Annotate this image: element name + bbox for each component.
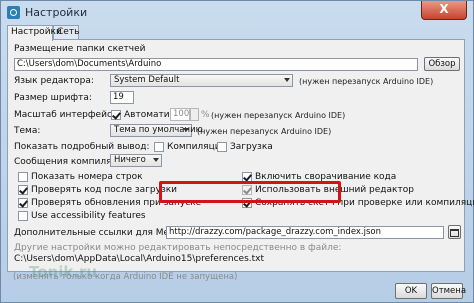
more-prefs-text: Другие настройки можно редактировать неп… — [14, 243, 342, 253]
warnings-select[interactable]: Ничего — [110, 154, 162, 167]
warnings-value: Ничего — [114, 155, 146, 165]
editor-language-note: (нужен перезапуск Arduino IDE) — [299, 77, 434, 86]
theme-select[interactable]: Тема по умолчанию — [110, 124, 203, 137]
theme-value: Тема по умолчанию — [114, 125, 203, 135]
scale-auto-checkbox[interactable] — [111, 110, 121, 120]
cancel-button[interactable]: Отмена — [431, 283, 466, 299]
accessibility-label: Use accessibility features — [31, 211, 146, 221]
url-list-button[interactable] — [448, 225, 461, 239]
verbose-upload-checkbox[interactable] — [217, 142, 227, 152]
tab-settings[interactable]: Настройки — [7, 25, 62, 41]
close-button[interactable]: X — [421, 1, 467, 20]
scale-note: (нужен перезапуск Arduino IDE) — [211, 111, 346, 120]
watermark: Tonik.ru — [29, 263, 98, 281]
browse-button[interactable]: Обзор — [424, 57, 460, 71]
verbose-label: Показать подробный вывод: — [14, 142, 150, 152]
verbose-compile-checkbox[interactable] — [154, 142, 164, 152]
scale-label: Масштаб интерфейса: — [14, 110, 121, 120]
sketchbook-label: Размещение папки скетчей — [14, 44, 146, 54]
preferences-window: Настройки X Настройки Сеть Размещение па… — [0, 0, 474, 303]
chevron-down-icon — [153, 158, 159, 162]
check-updates-checkbox[interactable] — [18, 198, 28, 208]
arduino-icon — [7, 6, 20, 19]
theme-label: Тема: — [14, 126, 41, 136]
font-size-input[interactable]: 19 — [110, 91, 134, 104]
font-size-label: Размер шрифта: — [14, 93, 92, 103]
scale-unit: % — [201, 110, 210, 120]
scale-spinner[interactable] — [190, 108, 199, 121]
window-title: Настройки — [25, 6, 88, 19]
theme-note: (нужен перезапуск Arduino IDE) — [197, 127, 332, 136]
settings-panel: Размещение папки скетчей C:\Users\dom\Do… — [7, 39, 474, 272]
window-icon — [450, 229, 459, 237]
sketchbook-path-field[interactable]: C:\Users\dom\Documents\Arduino — [14, 58, 418, 71]
verify-upload-checkbox[interactable] — [18, 185, 28, 195]
chevron-down-icon — [183, 128, 189, 132]
ok-button[interactable]: OK — [395, 283, 427, 299]
editor-language-select[interactable]: System Default — [110, 74, 293, 87]
scale-percent-input[interactable]: 100 — [170, 108, 190, 121]
line-numbers-label: Показать номера строк — [31, 172, 143, 182]
title-bar: Настройки X — [1, 1, 473, 25]
verbose-upload-label: Загрузка — [230, 142, 273, 152]
line-numbers-checkbox[interactable] — [18, 172, 28, 182]
verify-upload-label: Проверять код после загрузки — [31, 185, 178, 195]
accessibility-checkbox[interactable] — [18, 211, 28, 221]
board-manager-urls-input[interactable]: http://drazzy.com/package_drazzy.com_ind… — [166, 226, 444, 239]
editor-language-label: Язык редактора: — [14, 76, 94, 86]
chevron-down-icon — [284, 78, 290, 82]
editor-language-value: System Default — [114, 75, 180, 85]
highlight-box — [159, 181, 341, 203]
